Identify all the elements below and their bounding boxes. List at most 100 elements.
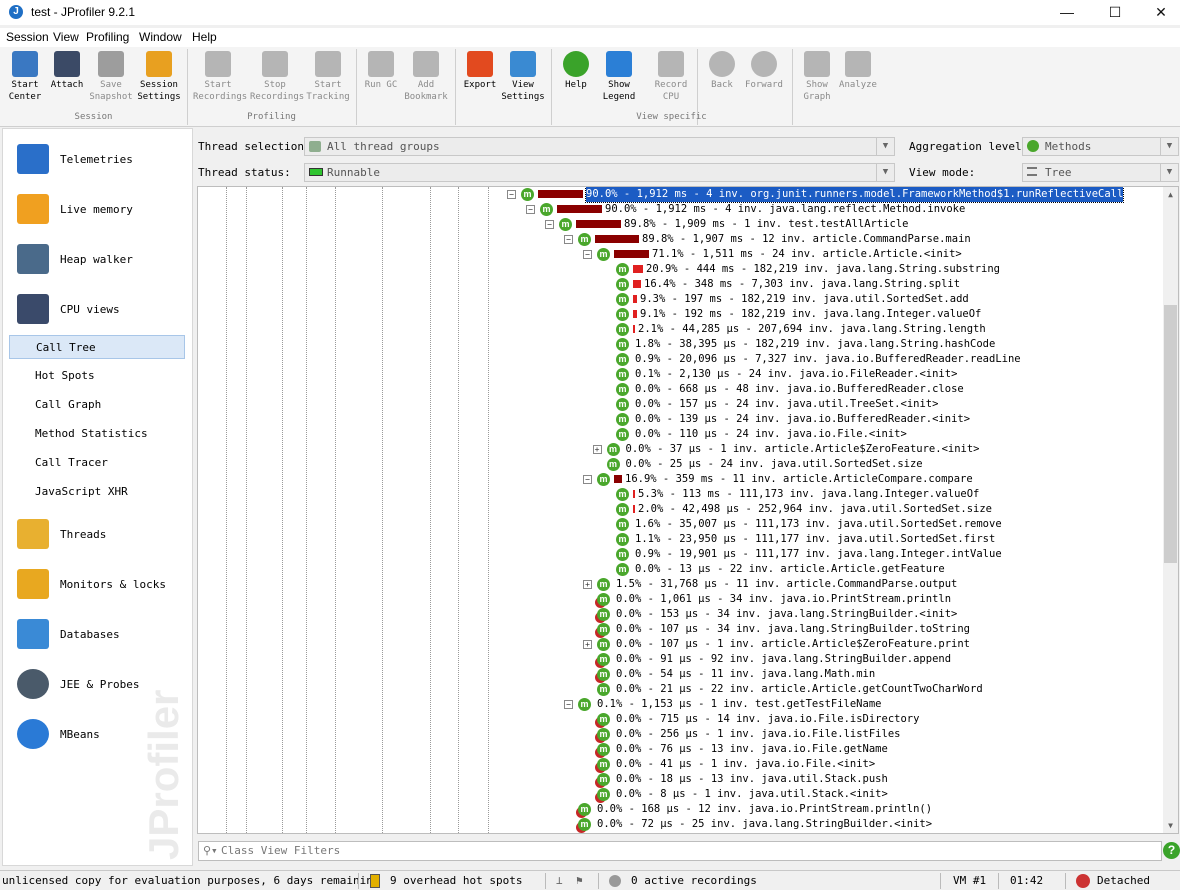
sidebar-item-hot-spots[interactable]: Hot Spots [9, 364, 185, 388]
tree-row[interactable]: m 0.0% - 110 µs - 24 inv. java.io.File.<i… [198, 427, 1178, 442]
attach-button[interactable]: Attach [42, 50, 92, 91]
maximize-button[interactable]: ☐ [1092, 0, 1138, 25]
tree-row[interactable]: − m 0.1% - 1,153 µs - 1 inv. test.getTestF… [198, 697, 1178, 712]
sidebar-item-call-tree[interactable]: Call Tree [9, 335, 185, 359]
sidebar-item-method-statistics[interactable]: Method Statistics [9, 422, 185, 446]
tree-row[interactable]: m 0.0% - 21 µs - 22 inv. article.Article.… [198, 682, 1178, 697]
tree-row[interactable]: m 0.0% - 153 µs - 34 inv. java.lang.Strin… [198, 607, 1178, 622]
class-view-filter-field[interactable]: ⚲▾ Class View Filters [198, 841, 1162, 861]
tree-row[interactable]: m 0.0% - 715 µs - 14 inv. java.io.File.is… [198, 712, 1178, 727]
sidebar-section-telemetries[interactable]: Telemetries [3, 139, 192, 179]
sidebar-section-threads[interactable]: Threads [3, 514, 192, 554]
tree-row[interactable]: m 0.0% - 76 µs - 13 inv. java.io.File.get… [198, 742, 1178, 757]
run-gc-button[interactable]: Run GC [356, 50, 406, 91]
start-tracking-button[interactable]: Start Tracking [303, 50, 353, 103]
tree-row[interactable]: m 9.3% - 197 ms - 182,219 inv. java.util.… [198, 292, 1178, 307]
scroll-down-icon[interactable]: ▼ [1163, 818, 1178, 833]
tree-row[interactable]: m 0.9% - 19,901 µs - 111,177 inv. java.la… [198, 547, 1178, 562]
analyze-button[interactable]: Analyze [833, 50, 883, 91]
tree-row[interactable]: m 16.4% - 348 ms - 7,303 inv. java.lang.S… [198, 277, 1178, 292]
thread-status-combo[interactable]: Runnable ▼ [304, 163, 895, 182]
collapse-icon[interactable]: − [564, 700, 573, 709]
expand-icon[interactable]: + [583, 580, 592, 589]
tree-row[interactable]: − m 89.8% - 1,907 ms - 12 inv. article.Com… [198, 232, 1178, 247]
start-recordings-button[interactable]: Start Recordings [193, 50, 247, 103]
collapse-icon[interactable]: − [507, 190, 516, 199]
sidebar-section-databases[interactable]: Databases [3, 614, 192, 654]
tree-row[interactable]: m 0.0% - 168 µs - 12 inv. java.io.PrintSt… [198, 802, 1178, 817]
save-snapshot-button[interactable]: Save Snapshot [86, 50, 136, 103]
tree-row[interactable]: m 2.1% - 44,285 µs - 207,694 inv. java.la… [198, 322, 1178, 337]
minimize-button[interactable]: — [1044, 0, 1090, 25]
collapse-icon[interactable]: − [545, 220, 554, 229]
call-tree[interactable]: − m 90.0% - 1,912 ms - 4 inv. org.junit.ru… [197, 186, 1179, 834]
session-settings-button[interactable]: Session Settings [134, 50, 184, 103]
tree-row[interactable]: m 1.8% - 38,395 µs - 182,219 inv. java.la… [198, 337, 1178, 352]
collapse-icon[interactable]: − [526, 205, 535, 214]
menu-window[interactable]: Window [139, 30, 182, 44]
tree-row[interactable]: − m 90.0% - 1,912 ms - 4 inv. java.lang.re… [198, 202, 1178, 217]
tree-row[interactable]: m 0.0% - 25 µs - 24 inv. java.util.Sorted… [198, 457, 1178, 472]
tree-row[interactable]: m 0.0% - 54 µs - 11 inv. java.lang.Math.m… [198, 667, 1178, 682]
tree-row[interactable]: + m 0.0% - 107 µs - 1 inv. article.Article… [198, 637, 1178, 652]
collapse-icon[interactable]: − [583, 475, 592, 484]
tree-row[interactable]: + m 1.5% - 31,768 µs - 11 inv. article.Com… [198, 577, 1178, 592]
record-cpu-button[interactable]: Record CPU [646, 50, 696, 103]
tree-row[interactable]: m 1.1% - 23,950 µs - 111,177 inv. java.ut… [198, 532, 1178, 547]
aggregation-level-combo[interactable]: Methods ▼ [1022, 137, 1179, 156]
tree-row[interactable]: m 0.0% - 1,061 µs - 34 inv. java.io.Print… [198, 592, 1178, 607]
show-legend-button[interactable]: Show Legend [594, 50, 644, 103]
menu-view[interactable]: View [53, 30, 79, 44]
forward-button[interactable]: Forward [739, 50, 789, 91]
sidebar-item-javascript-xhr[interactable]: JavaScript XHR [9, 480, 185, 504]
sidebar-item-call-tracer[interactable]: Call Tracer [9, 451, 185, 475]
menu-session[interactable]: Session [6, 30, 49, 44]
tree-row[interactable]: − m 89.8% - 1,909 ms - 1 inv. test.testAll… [198, 217, 1178, 232]
sidebar-section-live-memory[interactable]: Live memory [3, 189, 192, 229]
thread-selection-combo[interactable]: All thread groups ▼ [304, 137, 895, 156]
tree-row[interactable]: m 1.6% - 35,007 µs - 111,173 inv. java.ut… [198, 517, 1178, 532]
tree-row[interactable]: − m 16.9% - 359 ms - 11 inv. article.Artic… [198, 472, 1178, 487]
tree-row[interactable]: m 0.0% - 18 µs - 13 inv. java.util.Stack.… [198, 772, 1178, 787]
stop-recordings-button[interactable]: Stop Recordings [250, 50, 304, 103]
add-bookmark-button[interactable]: Add Bookmark [401, 50, 451, 103]
tree-row[interactable]: m 5.3% - 113 ms - 111,173 inv. java.lang.… [198, 487, 1178, 502]
tree-row[interactable]: m 0.0% - 139 µs - 24 inv. java.io.Buffere… [198, 412, 1178, 427]
sidebar-section-monitors-locks[interactable]: Monitors & locks [3, 564, 192, 604]
overhead-hot-spots-status[interactable]: 9 overhead hot spots [390, 874, 522, 887]
tree-row[interactable]: m 0.1% - 2,130 µs - 24 inv. java.io.FileR… [198, 367, 1178, 382]
expand-icon[interactable]: + [583, 640, 592, 649]
tree-row[interactable]: m 2.0% - 42,498 µs - 252,964 inv. java.ut… [198, 502, 1178, 517]
tree-row[interactable]: m 0.0% - 668 µs - 48 inv. java.io.Buffere… [198, 382, 1178, 397]
tree-row[interactable]: m 0.0% - 13 µs - 22 inv. article.Article.… [198, 562, 1178, 577]
pin-icon[interactable]: ⊥ [556, 874, 563, 887]
tree-row[interactable]: m 0.0% - 107 µs - 34 inv. java.lang.Strin… [198, 622, 1178, 637]
close-button[interactable]: ✕ [1138, 0, 1180, 25]
flag-icon[interactable]: ⚑ [576, 874, 583, 887]
tree-vertical-scrollbar[interactable]: ▲ ▼ [1163, 187, 1178, 833]
tree-row[interactable]: m 0.9% - 20,096 µs - 7,327 inv. java.io.B… [198, 352, 1178, 367]
collapse-icon[interactable]: − [564, 235, 573, 244]
view-settings-button[interactable]: View Settings [498, 50, 548, 103]
tree-row[interactable]: m 0.0% - 157 µs - 24 inv. java.util.TreeS… [198, 397, 1178, 412]
scroll-up-icon[interactable]: ▲ [1163, 187, 1178, 202]
expand-icon[interactable]: + [592, 445, 602, 454]
sidebar-section-cpu-views[interactable]: CPU views [3, 289, 192, 329]
tree-row[interactable]: m 0.0% - 8 µs - 1 inv. java.util.Stack.<i… [198, 787, 1178, 802]
tree-row[interactable]: m 9.1% - 192 ms - 182,219 inv. java.lang.… [198, 307, 1178, 322]
tree-row[interactable]: − m 90.0% - 1,912 ms - 4 inv. org.junit.ru… [198, 187, 1178, 203]
tree-row[interactable]: m 0.0% - 41 µs - 1 inv. java.io.File.<ini… [198, 757, 1178, 772]
sidebar-item-call-graph[interactable]: Call Graph [9, 393, 185, 417]
menu-help[interactable]: Help [192, 30, 217, 44]
tree-row[interactable]: − m 71.1% - 1,511 ms - 24 inv. article.Art… [198, 247, 1178, 262]
help-icon[interactable]: ? [1163, 842, 1180, 859]
tree-row[interactable]: m 0.0% - 72 µs - 25 inv. java.lang.String… [198, 817, 1178, 832]
view-mode-combo[interactable]: Tree ▼ [1022, 163, 1179, 182]
tree-row[interactable]: m 0.0% - 256 µs - 1 inv. java.io.File.lis… [198, 727, 1178, 742]
menu-profiling[interactable]: Profiling [86, 30, 129, 44]
sidebar-section-heap-walker[interactable]: Heap walker [3, 239, 192, 279]
scrollbar-thumb[interactable] [1164, 305, 1177, 563]
tree-row[interactable]: m 0.0% - 91 µs - 92 inv. java.lang.String… [198, 652, 1178, 667]
tree-row[interactable]: + m 0.0% - 37 µs - 1 inv. article.Article$… [198, 442, 1178, 457]
tree-row[interactable]: m 20.9% - 444 ms - 182,219 inv. java.lang… [198, 262, 1178, 277]
